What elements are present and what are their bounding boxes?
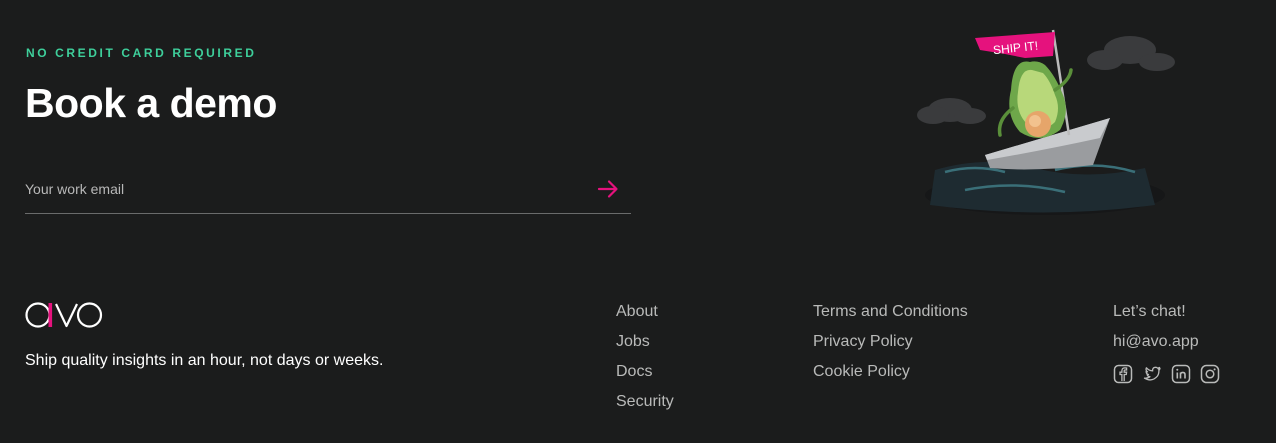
instagram-icon[interactable] xyxy=(1200,364,1220,384)
arrow-right-icon xyxy=(597,180,618,198)
footer-link-privacy[interactable]: Privacy Policy xyxy=(813,332,968,362)
avocado-boat-illustration: SHIP IT! xyxy=(917,29,1175,215)
footer-link-docs[interactable]: Docs xyxy=(616,362,674,392)
submit-button[interactable] xyxy=(595,176,621,202)
contact-heading: Let’s chat! xyxy=(1113,303,1186,320)
linkedin-icon[interactable] xyxy=(1171,364,1191,384)
contact-email-link[interactable]: hi@avo.app xyxy=(1113,332,1220,362)
footer-link-security[interactable]: Security xyxy=(616,392,674,422)
email-input[interactable] xyxy=(25,174,575,204)
facebook-icon[interactable] xyxy=(1113,364,1133,384)
footer-tagline: Ship quality insights in an hour, not da… xyxy=(25,352,384,369)
footer-link-cookie[interactable]: Cookie Policy xyxy=(813,362,968,392)
avo-logo[interactable] xyxy=(25,300,103,330)
footer-link-about[interactable]: About xyxy=(616,302,674,332)
footer-link-terms[interactable]: Terms and Conditions xyxy=(813,302,968,332)
demo-email-form xyxy=(25,170,631,214)
eyebrow-label: NO CREDIT CARD REQUIRED xyxy=(26,46,257,60)
footer-contact: Let’s chat! hi@avo.app xyxy=(1113,302,1220,384)
footer-legal-links: Terms and Conditions Privacy Policy Cook… xyxy=(813,302,968,392)
twitter-icon[interactable] xyxy=(1142,364,1162,384)
page-title: Book a demo xyxy=(25,80,277,126)
social-links xyxy=(1113,364,1220,384)
footer-link-jobs[interactable]: Jobs xyxy=(616,332,674,362)
footer-company-links: About Jobs Docs Security xyxy=(616,302,674,422)
